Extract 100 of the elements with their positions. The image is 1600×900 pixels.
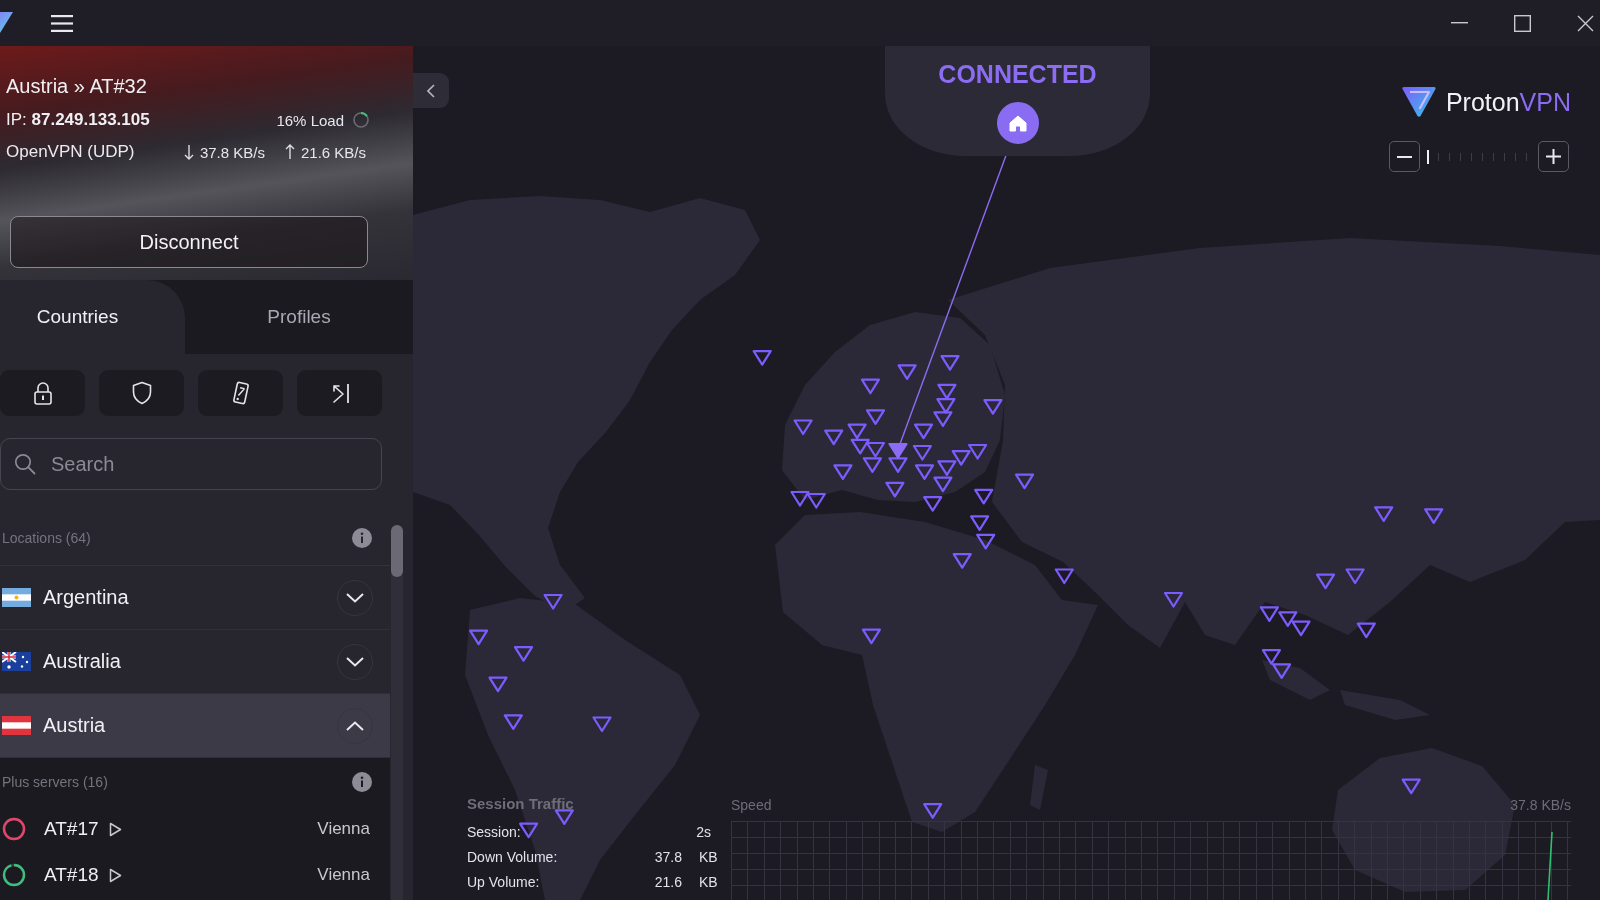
server-marker-icon[interactable] — [940, 355, 960, 371]
server-marker-icon[interactable] — [752, 350, 772, 366]
server-marker-icon[interactable] — [1356, 622, 1376, 639]
server-marker-icon[interactable] — [1261, 649, 1281, 665]
close-icon[interactable] — [1577, 14, 1594, 32]
scrollbar-thumb[interactable] — [391, 525, 403, 577]
server-marker-icon[interactable] — [952, 553, 972, 569]
download-speed: 37.8 KB/s — [199, 143, 265, 161]
scrollbar-track[interactable] — [391, 525, 403, 900]
ip-address: IP: 87.249.133.105 — [6, 110, 150, 130]
flag-icon — [2, 716, 31, 735]
filter-button[interactable] — [0, 370, 85, 416]
server-marker-icon[interactable] — [1374, 506, 1394, 522]
server-marker-icon[interactable] — [976, 533, 996, 550]
server-marker-icon[interactable] — [1278, 611, 1298, 627]
server-city: Vienna — [317, 865, 370, 885]
server-marker-icon[interactable] — [1272, 663, 1292, 679]
server-marker-icon[interactable] — [1014, 473, 1035, 490]
zoom-out-button[interactable] — [1389, 141, 1420, 172]
server-marker-icon[interactable] — [554, 809, 574, 825]
filter-button[interactable] — [198, 370, 283, 416]
server-marker-icon[interactable] — [862, 457, 882, 473]
play-icon[interactable] — [108, 867, 122, 883]
country-row[interactable]: Argentina — [0, 566, 390, 630]
server-marker-icon[interactable] — [923, 496, 943, 512]
connection-status: CONNECTED — [938, 60, 1097, 88]
server-marker-icon[interactable] — [951, 450, 971, 466]
server-marker-icon[interactable] — [936, 398, 956, 414]
server-marker-icon[interactable] — [912, 444, 932, 461]
server-marker-icon[interactable] — [519, 822, 539, 839]
server-load: 16% Load — [276, 111, 344, 129]
menu-icon[interactable] — [51, 14, 73, 32]
server-marker-icon[interactable] — [974, 488, 994, 505]
server-marker-icon[interactable] — [861, 628, 881, 645]
chevron-left-icon — [427, 83, 435, 98]
info-icon[interactable] — [352, 772, 372, 792]
server-marker-icon[interactable] — [543, 593, 563, 610]
server-marker-icon[interactable] — [933, 476, 953, 493]
server-marker-icon[interactable] — [933, 411, 953, 427]
server-marker-icon[interactable] — [937, 460, 957, 476]
server-marker-icon[interactable] — [1424, 508, 1444, 524]
server-marker-icon[interactable] — [824, 429, 844, 446]
server-name: Austria » AT#32 — [6, 74, 147, 99]
brand-name: ProtonVPN — [1445, 87, 1571, 117]
server-marker-icon[interactable] — [885, 481, 905, 498]
stat-unit: KB — [699, 874, 719, 891]
server-marker-icon[interactable] — [897, 364, 917, 380]
logo-icon — [1400, 86, 1437, 118]
server-marker-icon[interactable] — [1291, 620, 1311, 637]
server-marker-icon[interactable] — [937, 383, 957, 400]
server-marker-icon[interactable] — [968, 443, 988, 460]
plus-icon — [1546, 149, 1561, 164]
server-marker-icon[interactable] — [1401, 778, 1421, 795]
server-marker-icon[interactable] — [1163, 591, 1184, 608]
server-marker-icon[interactable] — [488, 676, 508, 693]
stat-value: 2s — [695, 824, 712, 841]
search-field[interactable]: Search — [0, 438, 382, 490]
play-icon[interactable] — [108, 821, 122, 837]
server-marker-icon[interactable] — [1345, 568, 1365, 585]
server-marker-icon[interactable] — [469, 629, 489, 646]
server-marker-icon[interactable] — [847, 423, 867, 440]
server-marker-icon[interactable] — [503, 714, 523, 730]
server-marker-icon[interactable] — [790, 490, 810, 507]
server-marker-icon[interactable] — [865, 441, 886, 458]
country-name: Austria — [43, 714, 106, 737]
server-marker-icon[interactable] — [833, 464, 853, 480]
server-marker-icon[interactable] — [1054, 568, 1074, 585]
active-server-marker-icon[interactable] — [888, 442, 908, 459]
server-marker-icon[interactable] — [793, 419, 813, 436]
server-marker-icon[interactable] — [513, 646, 534, 662]
info-icon[interactable] — [352, 527, 372, 548]
server-marker-icon[interactable] — [806, 492, 826, 509]
minimize-icon[interactable] — [1451, 22, 1468, 24]
server-marker-icon[interactable] — [888, 457, 908, 473]
server-marker-icon[interactable] — [860, 378, 880, 395]
server-marker-icon[interactable] — [1315, 573, 1336, 590]
server-name[interactable]: AT#17 — [44, 818, 99, 840]
server-marker-icon[interactable] — [970, 515, 990, 531]
filter-button[interactable] — [297, 370, 382, 416]
server-marker-icon[interactable] — [1259, 606, 1279, 622]
lock-icon — [31, 381, 54, 405]
chevron-down-icon — [346, 592, 364, 603]
country-row[interactable]: Austria — [0, 694, 390, 758]
tab[interactable]: Countries — [0, 280, 185, 354]
server-marker-icon[interactable] — [923, 803, 943, 819]
stat-label: Down Volume: — [467, 849, 558, 866]
stat-label: Up Volume: — [467, 874, 540, 891]
zoom-in-button[interactable] — [1538, 141, 1569, 172]
server-name[interactable]: AT#18 — [44, 864, 99, 886]
server-marker-icon[interactable] — [592, 716, 612, 733]
collapse-sidebar-button[interactable] — [413, 73, 449, 108]
disconnect-button[interactable]: Disconnect — [10, 216, 368, 268]
server-marker-icon[interactable] — [865, 409, 886, 425]
server-marker-icon[interactable] — [914, 464, 935, 480]
section-title: Session Traffic — [467, 794, 575, 814]
server-marker-icon[interactable] — [983, 399, 1003, 415]
filter-button[interactable] — [99, 370, 184, 416]
maximize-icon[interactable] — [1514, 14, 1531, 32]
server-marker-icon[interactable] — [850, 438, 870, 455]
server-marker-icon[interactable] — [913, 423, 934, 440]
